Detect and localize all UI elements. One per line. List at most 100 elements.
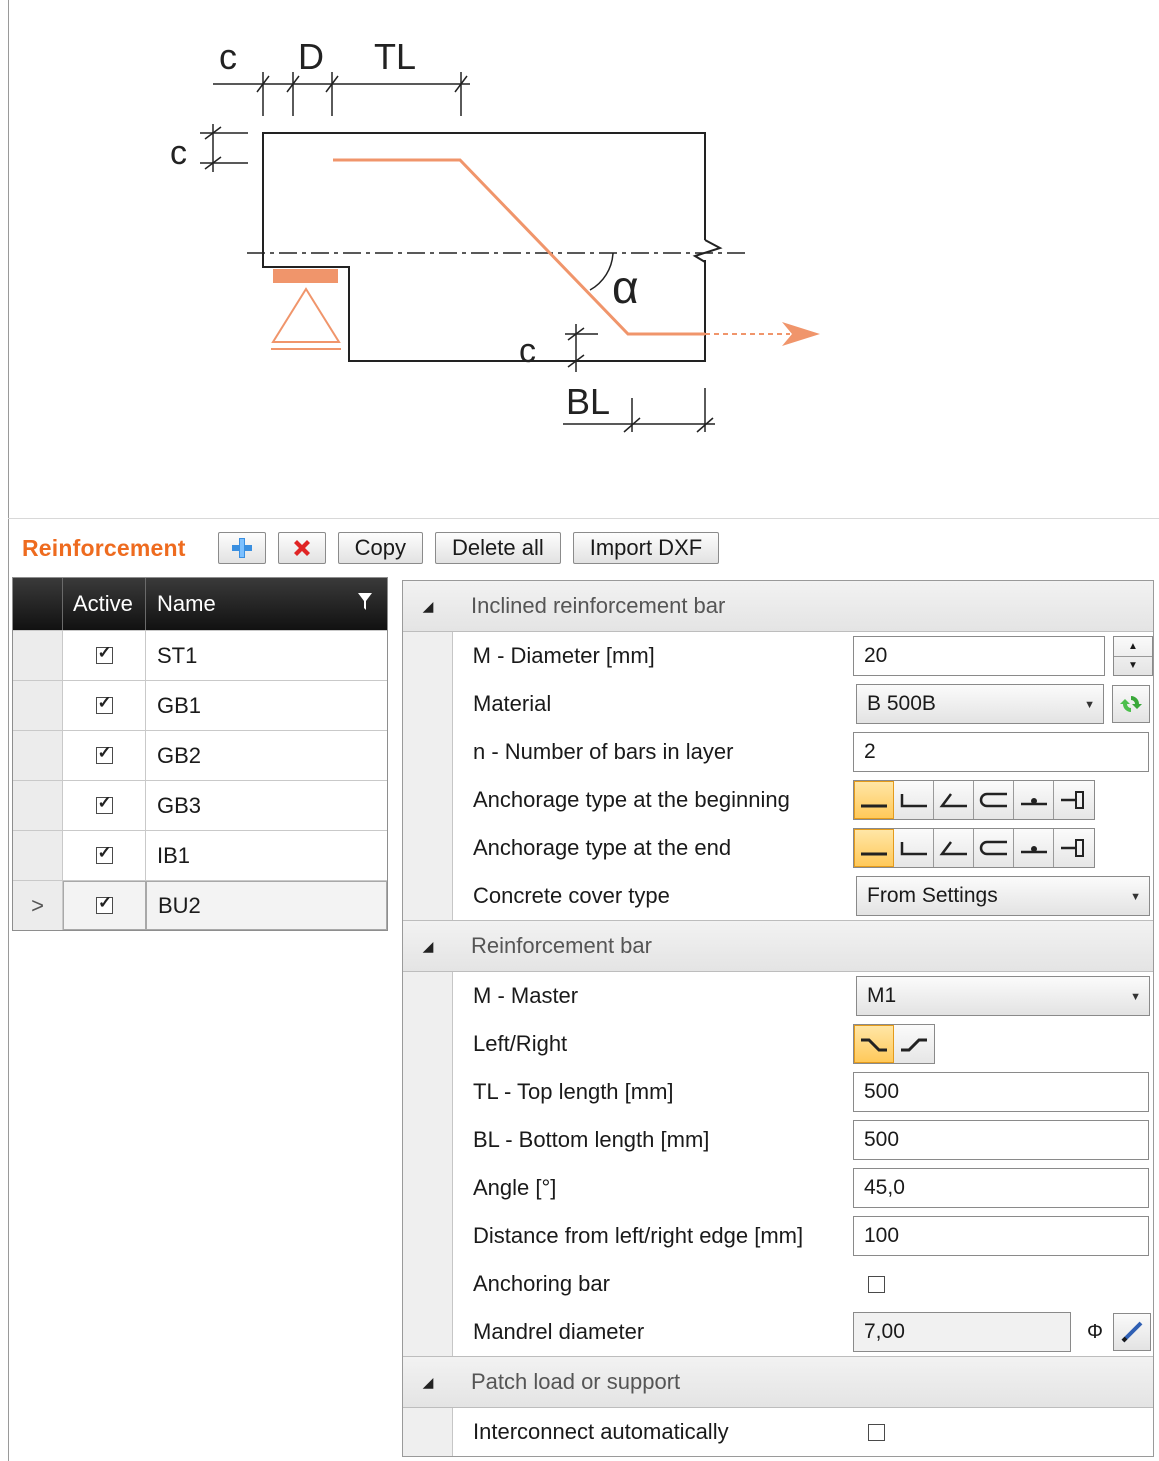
anchor-plate-button[interactable] bbox=[1054, 829, 1094, 867]
delete-all-button[interactable]: Delete all bbox=[435, 532, 561, 564]
list-row[interactable]: GB2 bbox=[13, 730, 387, 780]
active-checkbox[interactable] bbox=[95, 643, 113, 664]
nbars-input[interactable]: 2 bbox=[853, 732, 1149, 772]
property-row-anchorage-begin: Anchorage type at the beginning bbox=[403, 776, 1153, 824]
interconnect-label: Interconnect automatically bbox=[473, 1419, 729, 1444]
diameter-input[interactable]: 20 bbox=[853, 636, 1105, 676]
anchor-straight-button[interactable] bbox=[854, 829, 894, 867]
property-grid: ◢ Inclined reinforcement bar M - Diamete… bbox=[402, 580, 1154, 1457]
material-value: B 500B bbox=[867, 692, 936, 715]
section-title: Reinforcement bbox=[22, 534, 186, 561]
anchor-hook-90-button[interactable] bbox=[894, 829, 934, 867]
list-row-selected[interactable]: > BU2 bbox=[13, 880, 387, 930]
anchor-plate-icon bbox=[1061, 791, 1084, 809]
anchor-hook-90-button[interactable] bbox=[894, 781, 934, 819]
mandrel-input[interactable]: 7,00 bbox=[853, 1312, 1071, 1352]
list-row[interactable]: ST1 bbox=[13, 630, 387, 680]
mandrel-edit-button[interactable] bbox=[1112, 1313, 1151, 1351]
anchor-plate-button[interactable] bbox=[1054, 781, 1094, 819]
anchor-hook-180-icon bbox=[979, 792, 1007, 808]
material-select[interactable]: B 500B ▼ bbox=[856, 684, 1104, 724]
anchor-hook-135-icon bbox=[939, 841, 967, 856]
import-dxf-button[interactable]: Import DXF bbox=[572, 532, 720, 564]
distance-label: Distance from left/right edge [mm] bbox=[473, 1223, 804, 1248]
pencil-icon bbox=[1121, 1321, 1143, 1343]
spin-up-icon[interactable]: ▲ bbox=[1114, 637, 1152, 657]
refresh-material-button[interactable] bbox=[1112, 685, 1150, 723]
anchor-welded-bar-button[interactable] bbox=[1014, 829, 1054, 867]
list-row[interactable]: GB3 bbox=[13, 780, 387, 830]
dim-label-bl: BL bbox=[566, 381, 610, 422]
section-divider bbox=[8, 518, 1159, 519]
anchor-hook-180-button[interactable] bbox=[974, 829, 1014, 867]
list-row[interactable]: GB1 bbox=[13, 680, 387, 730]
property-row-distance: Distance from left/right edge [mm] 100 bbox=[403, 1212, 1153, 1260]
dim-label-tl: TL bbox=[374, 36, 416, 77]
master-label: M - Master bbox=[473, 983, 579, 1008]
top-length-label: TL - Top length [mm] bbox=[473, 1079, 674, 1104]
filter-icon[interactable] bbox=[357, 592, 373, 612]
bottom-length-input[interactable]: 500 bbox=[853, 1120, 1149, 1160]
anchor-plate-icon bbox=[1061, 839, 1084, 857]
section-inclined-bar[interactable]: ◢ Inclined reinforcement bar bbox=[403, 581, 1153, 632]
active-checkbox[interactable] bbox=[95, 793, 113, 814]
angle-label-alpha: α bbox=[612, 261, 639, 313]
plus-icon bbox=[231, 538, 252, 558]
name-cell: GB2 bbox=[157, 742, 202, 768]
active-cell bbox=[63, 781, 146, 830]
anchor-hook-180-button[interactable] bbox=[974, 781, 1014, 819]
bent-left-button[interactable] bbox=[854, 1025, 894, 1063]
spin-down-icon[interactable]: ▼ bbox=[1114, 657, 1152, 676]
anchor-straight-button[interactable] bbox=[854, 781, 894, 819]
active-checkbox[interactable] bbox=[95, 843, 113, 864]
property-row-interconnect: Interconnect automatically bbox=[403, 1408, 1153, 1456]
anchor-hook-135-button[interactable] bbox=[934, 829, 974, 867]
name-cell: BU2 bbox=[146, 881, 387, 930]
chevron-down-icon: ▼ bbox=[1130, 891, 1141, 903]
column-header-active[interactable]: Active bbox=[63, 578, 146, 630]
anchor-hook-135-button[interactable] bbox=[934, 781, 974, 819]
interconnect-checkbox[interactable] bbox=[868, 1423, 885, 1441]
property-row-number-of-bars: n - Number of bars in layer 2 bbox=[403, 728, 1153, 776]
active-checkbox[interactable] bbox=[95, 693, 113, 714]
master-select[interactable]: M1 ▼ bbox=[856, 976, 1150, 1016]
anchor-welded-bar-icon bbox=[1020, 798, 1047, 806]
anchor-hook-180-icon bbox=[979, 840, 1007, 856]
red-x-icon bbox=[293, 540, 310, 556]
cover-type-value: From Settings bbox=[867, 884, 998, 907]
property-row-angle: Angle [°] 45,0 bbox=[403, 1164, 1153, 1212]
property-row-material: Material B 500B ▼ bbox=[403, 680, 1153, 728]
property-row-bottom-length: BL - Bottom length [mm] 500 bbox=[403, 1116, 1153, 1164]
dim-label-c-bottom: c bbox=[519, 332, 536, 370]
list-row[interactable]: IB1 bbox=[13, 830, 387, 880]
reinforcement-toolbar: Reinforcement Copy Delete all Import DXF bbox=[22, 530, 731, 566]
cover-type-label: Concrete cover type bbox=[473, 883, 670, 908]
collapse-triangle-icon[interactable]: ◢ bbox=[403, 598, 453, 615]
add-button[interactable] bbox=[217, 532, 266, 564]
collapse-triangle-icon[interactable]: ◢ bbox=[403, 938, 453, 955]
column-header-name-label: Name bbox=[157, 591, 216, 616]
active-checkbox[interactable] bbox=[96, 893, 113, 914]
anchor-hook-90-icon bbox=[900, 794, 927, 808]
anchorage-end-selector bbox=[853, 828, 1095, 868]
anchor-welded-bar-button[interactable] bbox=[1014, 781, 1054, 819]
dim-label-d: D bbox=[298, 36, 324, 77]
copy-button[interactable]: Copy bbox=[337, 532, 423, 564]
cover-type-select[interactable]: From Settings ▼ bbox=[856, 876, 1150, 916]
top-length-input[interactable]: 500 bbox=[853, 1072, 1149, 1112]
active-checkbox[interactable] bbox=[95, 743, 113, 764]
section-patch-load[interactable]: ◢ Patch load or support bbox=[403, 1356, 1153, 1408]
section-title: Reinforcement bar bbox=[471, 933, 652, 958]
distance-input[interactable]: 100 bbox=[853, 1216, 1149, 1256]
name-cell: GB3 bbox=[157, 792, 202, 818]
anchoring-bar-checkbox[interactable] bbox=[868, 1275, 885, 1293]
chevron-down-icon: ▼ bbox=[1084, 699, 1095, 711]
delete-button[interactable] bbox=[277, 532, 326, 564]
angle-input[interactable]: 45,0 bbox=[853, 1168, 1149, 1208]
section-reinforcement-bar[interactable]: ◢ Reinforcement bar bbox=[403, 920, 1153, 972]
bent-right-button[interactable] bbox=[894, 1025, 934, 1063]
column-header-name[interactable]: Name bbox=[146, 578, 387, 630]
collapse-triangle-icon[interactable]: ◢ bbox=[403, 1374, 453, 1391]
chevron-down-icon: ▼ bbox=[1130, 991, 1141, 1003]
diameter-spinner[interactable]: ▲ ▼ bbox=[1113, 636, 1153, 676]
